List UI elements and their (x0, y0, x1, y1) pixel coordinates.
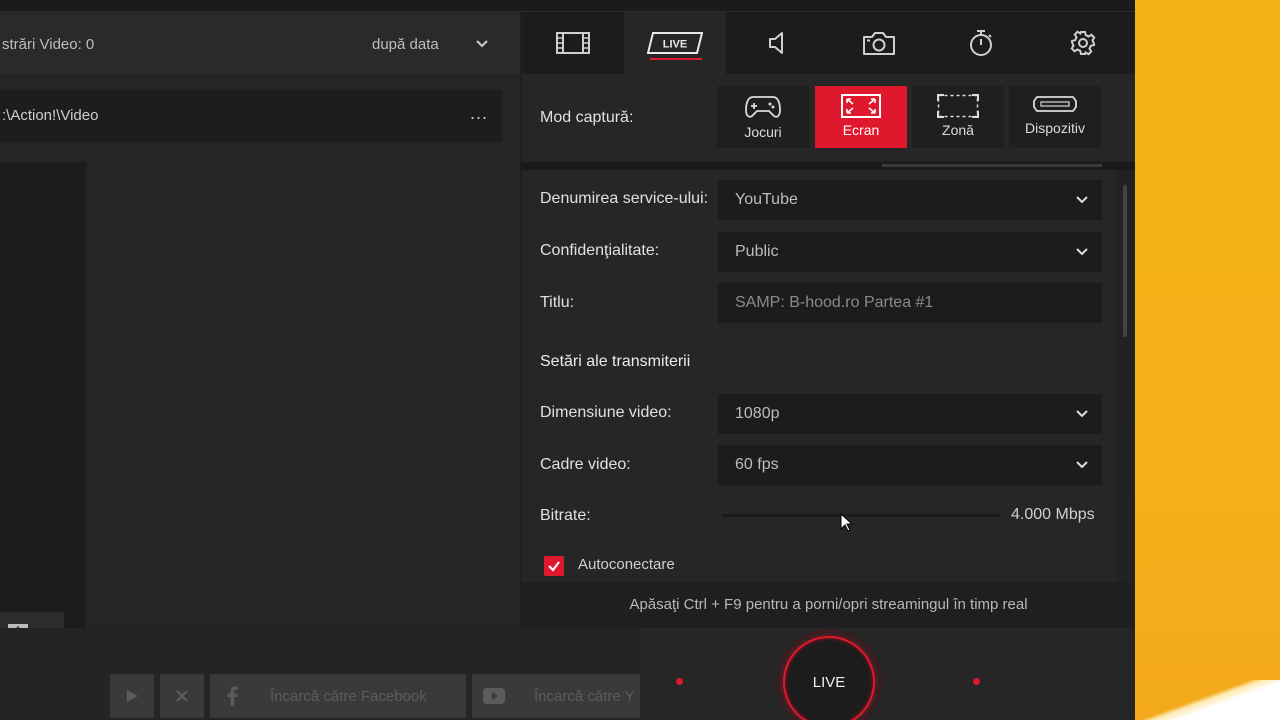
film-icon (556, 32, 590, 54)
play-button[interactable] (110, 674, 154, 718)
upload-youtube-label: Încarcă către Y (534, 687, 635, 705)
privacy-value: Public (735, 243, 779, 260)
service-value: YouTube (735, 191, 798, 208)
privacy-label: Confidenţialitate: (540, 242, 660, 259)
fullscreen-icon (841, 94, 881, 118)
mouse-cursor-icon (840, 513, 854, 532)
video-size-label: Dimensiune video: (540, 404, 672, 421)
speaker-icon (769, 32, 783, 54)
action-app-window: străr‌i Video: 0 după data :\Action!\Vid… (0, 0, 1135, 720)
sort-dropdown[interactable]: după data (372, 36, 439, 53)
settings-scrollbar[interactable] (1116, 170, 1135, 582)
live-icon: LIVE (647, 32, 703, 54)
recordings-header: străr‌i Video: 0 după data (0, 12, 520, 74)
tab-video[interactable] (522, 12, 624, 74)
frames-label: Cadre video: (540, 456, 631, 473)
tab-screenshot[interactable] (828, 12, 930, 74)
chevron-down-icon (1076, 410, 1088, 418)
settings-panel: LIVE Mod captură: Jocuri Ecran Zonă Disp… (522, 12, 1135, 628)
chevron-down-icon (1076, 461, 1088, 469)
browse-folder-button[interactable]: ... (470, 103, 488, 124)
recordings-path: :\Action!\Video (2, 107, 99, 124)
youtube-icon (472, 688, 516, 704)
recordings-panel: străr‌i Video: 0 după data :\Action!\Vid… (0, 12, 520, 648)
service-dropdown[interactable]: YouTube (718, 180, 1102, 220)
recordings-path-bar: :\Action!\Video ... (0, 90, 502, 142)
go-live-label: LIVE (812, 673, 846, 691)
capture-mode-device[interactable]: Dispozitiv (1009, 86, 1101, 148)
tab-settings[interactable] (1032, 12, 1134, 74)
go-live-button[interactable]: LIVE (783, 636, 875, 720)
video-size-value: 1080p (735, 405, 780, 422)
autoconnect-label: Autoconectare (578, 556, 675, 573)
recordings-list (0, 162, 86, 628)
status-dot-right (973, 678, 980, 685)
capture-mode-games-label: Jocuri (744, 124, 782, 140)
close-icon (176, 690, 188, 702)
gear-icon (1070, 30, 1096, 56)
status-dot-left (676, 678, 683, 685)
facebook-icon (210, 686, 254, 706)
privacy-dropdown[interactable]: Public (718, 232, 1102, 272)
capture-mode-screen[interactable]: Ecran (815, 86, 907, 148)
title-input[interactable]: SAMP: B-hood.ro Partea #1 (718, 283, 1102, 323)
stream-settings-list: Denumirea service-ului: YouTube Confiden… (522, 170, 1116, 582)
capture-mode-games[interactable]: Jocuri (717, 86, 809, 148)
window-top-edge (0, 0, 1135, 12)
scrollbar-thumb[interactable] (1123, 185, 1127, 337)
title-placeholder: SAMP: B-hood.ro Partea #1 (735, 294, 934, 311)
upload-youtube-button[interactable]: Încarcă către Y (472, 674, 640, 718)
upload-facebook-button[interactable]: Încarcă către Facebook (210, 674, 466, 718)
frames-dropdown[interactable]: 60 fps (718, 445, 1102, 485)
device-icon (1033, 96, 1077, 112)
tab-audio[interactable] (726, 12, 828, 74)
desktop-background (1135, 0, 1280, 720)
camera-icon (863, 32, 895, 55)
service-label: Denumirea service-ului: (540, 190, 709, 207)
chevron-down-icon (1076, 248, 1088, 256)
recordings-count: străr‌i Video: 0 (2, 36, 95, 53)
bottom-actions: Încarcă către Facebook Încarcă către Y (0, 628, 640, 720)
capture-mode-area-label: Zonă (942, 122, 974, 138)
chevron-down-icon[interactable] (474, 36, 490, 52)
capture-mode-area[interactable]: Zonă (912, 86, 1004, 148)
delete-button[interactable] (160, 674, 204, 718)
stopwatch-icon (970, 30, 992, 56)
chevron-down-icon (1076, 196, 1088, 204)
capture-mode-device-label: Dispozitiv (1025, 120, 1085, 136)
tab-timer[interactable] (930, 12, 1032, 74)
bitrate-value: 4.000 Mbps (1011, 506, 1095, 523)
desktop-window-edge (1135, 680, 1280, 720)
tab-live[interactable]: LIVE (624, 12, 726, 74)
capture-mode-row: Mod captură: Jocuri Ecran Zonă Dispoziti… (522, 74, 1135, 162)
bottom-bar: Încarcă către Facebook Încarcă către Y (0, 628, 1135, 720)
video-size-dropdown[interactable]: 1080p (718, 394, 1102, 434)
capture-mode-label: Mod captură: (540, 109, 634, 126)
frames-value: 60 fps (735, 456, 779, 473)
upload-facebook-label: Încarcă către Facebook (270, 687, 427, 705)
bitrate-label: Bitrate: (540, 507, 591, 524)
mode-tabs: LIVE (522, 12, 1135, 74)
area-select-icon (937, 94, 979, 118)
play-icon (127, 690, 138, 702)
hotkey-hint: Apăsaţi Ctrl + F9 pentru a porni/opri st… (629, 596, 1028, 613)
stream-settings-heading: Setări ale transmiterii (540, 353, 691, 370)
live-tab-label: LIVE (663, 39, 687, 51)
checkmark-icon (548, 561, 560, 572)
bitrate-slider[interactable] (722, 514, 1000, 517)
gamepad-icon (745, 96, 781, 118)
capture-mode-screen-label: Ecran (842, 122, 880, 138)
horizontal-divider (882, 164, 1102, 167)
title-label: Titlu: (540, 294, 575, 311)
hotkey-hint-bar: Apăsaţi Ctrl + F9 pentru a porni/opri st… (522, 582, 1135, 628)
autoconnect-checkbox[interactable] (544, 556, 564, 576)
